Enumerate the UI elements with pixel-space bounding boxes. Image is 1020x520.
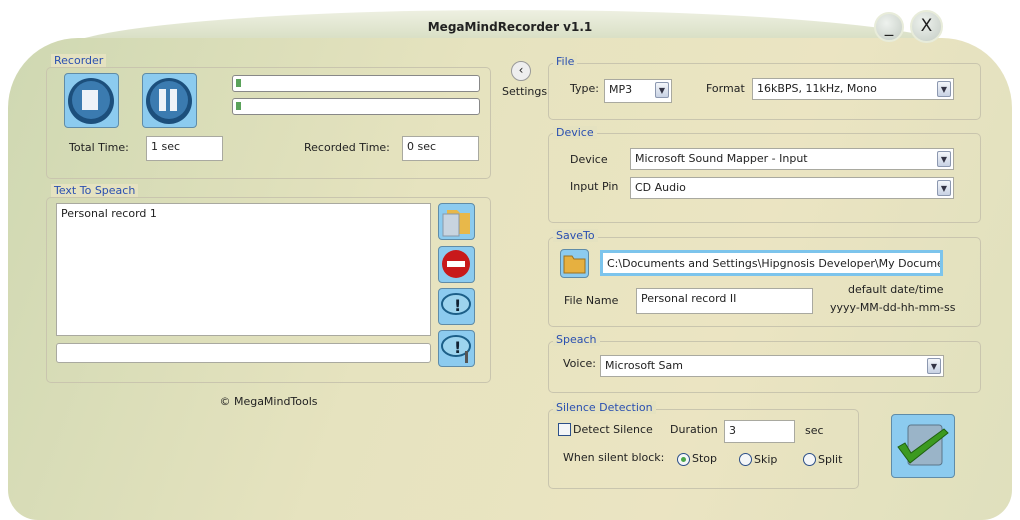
speech-bubble-icon: ! bbox=[441, 293, 471, 315]
browse-folder-button[interactable] bbox=[560, 249, 589, 278]
pause-icon bbox=[146, 78, 192, 124]
duration-label: Duration bbox=[670, 423, 718, 436]
save-path-field[interactable]: C:\Documents and Settings\Hipgnosis Deve… bbox=[600, 250, 943, 276]
type-select[interactable]: MP3 ▼ bbox=[604, 79, 672, 103]
format-value: 16kBPS, 11kHz, Mono bbox=[757, 82, 877, 95]
radio-skip-label: Skip bbox=[754, 453, 778, 466]
silent-block-label: When silent block: bbox=[563, 451, 665, 464]
settings-label[interactable]: Settings bbox=[502, 85, 547, 98]
speech-bubble-pen-icon: ! bbox=[441, 335, 471, 363]
tts-input[interactable] bbox=[56, 343, 431, 363]
chevron-down-icon: ▼ bbox=[655, 82, 669, 98]
chevron-down-icon: ▼ bbox=[937, 151, 951, 167]
stop-icon bbox=[68, 78, 114, 124]
radio-split-label: Split bbox=[818, 453, 843, 466]
detect-silence-label: Detect Silence bbox=[573, 423, 653, 436]
speak-edit-button[interactable]: ! bbox=[438, 330, 475, 367]
settings-collapse-icon[interactable]: ‹ bbox=[511, 61, 531, 81]
voice-label: Voice: bbox=[563, 357, 596, 370]
silence-group bbox=[548, 409, 859, 489]
silence-legend: Silence Detection bbox=[553, 401, 656, 414]
window-title: MegaMindRecorder v1.1 bbox=[427, 20, 593, 34]
format-select[interactable]: 16kBPS, 11kHz, Mono ▼ bbox=[752, 78, 954, 100]
stop-speech-button[interactable] bbox=[438, 246, 475, 283]
device-legend: Device bbox=[553, 126, 597, 139]
level-meter-1 bbox=[232, 75, 480, 92]
input-pin-value: CD Audio bbox=[635, 181, 686, 194]
input-pin-select[interactable]: CD Audio ▼ bbox=[630, 177, 954, 199]
chevron-down-icon: ▼ bbox=[937, 180, 951, 196]
ok-button[interactable] bbox=[891, 414, 955, 478]
tts-text-area[interactable]: Personal record 1 bbox=[56, 203, 431, 336]
voice-value: Microsoft Sam bbox=[605, 359, 683, 372]
saveto-legend: SaveTo bbox=[553, 229, 598, 242]
total-time-label: Total Time: bbox=[69, 141, 129, 154]
recorded-time-field[interactable]: 0 sec bbox=[402, 136, 479, 161]
chevron-down-icon: ▼ bbox=[937, 81, 951, 97]
total-time-field[interactable]: 1 sec bbox=[146, 136, 223, 161]
duration-field[interactable]: 3 bbox=[724, 420, 795, 443]
radio-stop-label: Stop bbox=[692, 452, 718, 465]
speak-button[interactable]: ! bbox=[438, 288, 475, 325]
recorder-legend: Recorder bbox=[51, 54, 107, 67]
close-button[interactable]: X bbox=[910, 10, 943, 43]
device-value: Microsoft Sound Mapper - Input bbox=[635, 152, 808, 165]
device-label: Device bbox=[570, 153, 608, 166]
voice-select[interactable]: Microsoft Sam ▼ bbox=[600, 355, 944, 377]
level-meter-2 bbox=[232, 98, 480, 115]
stop-button[interactable] bbox=[64, 73, 119, 128]
device-select[interactable]: Microsoft Sound Mapper - Input ▼ bbox=[630, 148, 954, 170]
open-file-button[interactable] bbox=[438, 203, 475, 240]
tts-legend: Text To Speach bbox=[51, 184, 139, 197]
date-format-hint: yyyy-MM-dd-hh-mm-ss bbox=[830, 301, 956, 314]
file-legend: File bbox=[553, 55, 578, 68]
type-label: Type: bbox=[570, 82, 599, 95]
file-name-label: File Name bbox=[564, 294, 619, 307]
detect-silence-checkbox[interactable] bbox=[558, 423, 571, 436]
radio-split[interactable] bbox=[803, 453, 816, 466]
recorded-time-label: Recorded Time: bbox=[304, 141, 390, 154]
default-hint: default date/time bbox=[848, 283, 944, 296]
file-name-field[interactable]: Personal record II bbox=[636, 288, 813, 314]
input-pin-label: Input Pin bbox=[570, 180, 619, 193]
minimize-button[interactable]: _ bbox=[874, 12, 904, 42]
radio-skip[interactable] bbox=[739, 453, 752, 466]
chevron-down-icon: ▼ bbox=[927, 358, 941, 374]
no-entry-icon bbox=[442, 250, 470, 278]
pause-button[interactable] bbox=[142, 73, 197, 128]
svg-text:!: ! bbox=[454, 338, 461, 357]
format-label: Format bbox=[706, 82, 745, 95]
folder-icon bbox=[442, 210, 470, 237]
radio-stop[interactable] bbox=[677, 453, 690, 466]
copyright: © MegaMindTools bbox=[219, 395, 318, 408]
type-value: MP3 bbox=[609, 83, 633, 96]
svg-text:!: ! bbox=[454, 296, 461, 315]
duration-unit: sec bbox=[805, 424, 824, 437]
checkmark-icon bbox=[897, 424, 949, 466]
speach-legend: Speach bbox=[553, 333, 600, 346]
folder-icon bbox=[563, 255, 586, 274]
